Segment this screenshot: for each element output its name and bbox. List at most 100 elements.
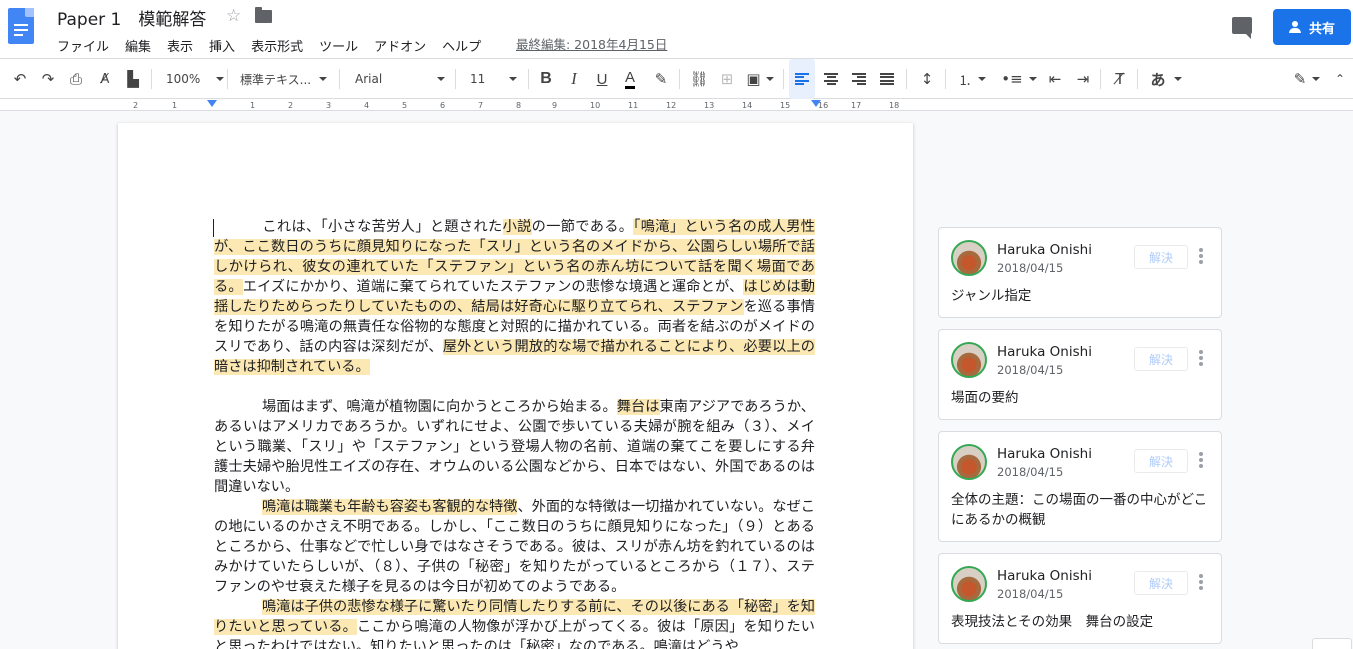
ruler-tick: 4 [364,101,370,110]
formatting-toolbar: ↶ ↷ ⎙ A̸ ▙ 100% 標準テキス... Arial 11 B I U … [0,58,1353,99]
zoom-select[interactable]: 100% [166,59,225,99]
comment-author: Haruka Onishi [997,446,1092,462]
highlighter-icon[interactable]: ✎ [649,59,673,99]
comment-text: 場面の要約 [951,390,1019,406]
document-title[interactable]: Paper 1 模範解答 [57,5,206,30]
paint-format-icon[interactable]: ▙ [121,59,145,99]
comment-date: 2018/04/15 [997,465,1064,479]
ruler-tick: 7 [478,101,484,110]
menu-file[interactable]: ファイル [57,36,109,55]
edit-mode-icon[interactable]: ✎ [1288,59,1326,99]
text-color-button[interactable]: A [618,59,642,99]
menu-insert[interactable]: 挿入 [209,36,235,55]
align-justify-icon[interactable] [874,59,900,99]
comment-card[interactable]: Haruka Onishi 2018/04/15 解決 ジャンル指定 [938,227,1222,318]
docs-logo-icon[interactable] [8,8,34,44]
print-icon[interactable]: ⎙ [64,59,88,99]
collapse-icon[interactable]: ⌃ [1330,59,1350,99]
resolve-button[interactable]: 解決 [1134,347,1188,371]
comment-text: ジャンル指定 [951,288,1032,304]
italic-button[interactable]: I [562,59,586,99]
ruler-tick: 2 [133,101,139,110]
resolve-button[interactable]: 解決 [1134,449,1188,473]
share-button[interactable]: 共有 [1273,9,1351,45]
avatar [951,240,987,276]
comment-date: 2018/04/15 [997,587,1064,601]
menu-view[interactable]: 表示 [167,36,193,55]
undo-icon[interactable]: ↶ [8,59,32,99]
chevron-down-icon [216,77,225,81]
paragraph-2[interactable]: 場面はまず、鳴滝が植物園に向かうところから始まる。舞台は東南アジアであろうか、あ… [214,397,815,497]
comment-icon[interactable] [1232,17,1252,39]
font-value: Arial [355,72,383,86]
ruler-tick: 5 [402,101,408,110]
ruler-scale: 2 1 1 2 3 4 5 6 7 8 9 10 11 12 13 14 15 … [118,100,913,110]
resolve-button[interactable]: 解決 [1134,245,1188,269]
menu-tools[interactable]: ツール [319,36,358,55]
menu-addons[interactable]: アドオン [374,36,426,55]
decrease-indent-icon[interactable]: ⇤ [1043,59,1067,99]
last-edit-link[interactable]: 最終編集: 2018年4月15日 [516,34,667,53]
avatar [951,566,987,602]
comment-card[interactable]: Haruka Onishi 2018/04/15 解決 全体の主題：この場面の一… [938,431,1222,542]
align-center-icon[interactable] [818,59,844,99]
left-indent-marker[interactable] [207,100,217,107]
text-run: これは、「小さな苦労人」と題された [262,219,503,235]
more-vert-icon[interactable] [1199,452,1203,468]
add-comment-icon[interactable]: ⊞ [715,59,739,99]
ruler-tick: 3 [326,101,332,110]
menu-help[interactable]: ヘルプ [442,36,481,55]
input-tools-label: あ [1150,70,1166,89]
app-header: Paper 1 模範解答 ☆ ファイル 編集 表示 挿入 表示形式 ツール アド… [0,0,1353,58]
line-spacing-icon[interactable]: ↕ [914,59,940,99]
ruler-tick: 11 [628,101,639,110]
highlighted-text: 舞台は [616,399,660,415]
toolbar-divider [528,69,529,89]
link-icon[interactable]: ⛓ [687,59,711,99]
right-indent-marker[interactable] [811,100,821,107]
more-vert-icon[interactable] [1199,350,1203,366]
numbered-list-icon[interactable]: ⒈ [952,59,992,99]
align-right-icon[interactable] [846,59,872,99]
comment-card[interactable]: Haruka Onishi 2018/04/15 解決 場面の要約 [938,329,1222,420]
spellcheck-icon[interactable]: A̸ [93,59,117,99]
explore-button[interactable] [1312,638,1352,649]
underline-button[interactable]: U [590,59,614,99]
share-person-icon [1288,21,1303,33]
input-tools-button[interactable]: あ [1146,59,1186,99]
ruler-tick: 8 [516,101,522,110]
paragraph-3[interactable]: 鳴滝は職業も年齢も容姿も客観的な特徴、外面的な特徴は一切描かれていない。なぜこの… [214,497,815,597]
image-icon[interactable]: ▣ [742,59,778,99]
bold-button[interactable]: B [534,59,558,99]
comment-card[interactable]: Haruka Onishi 2018/04/15 解決 表現技法とその効果 舞台… [938,553,1222,644]
redo-icon[interactable]: ↷ [36,59,60,99]
highlighted-text: 小説 [502,219,532,235]
ruler-tick: 15 [780,101,791,110]
paragraph-1[interactable]: これは、「小さな苦労人」と題された小説の一節である。「鳴滝」という名の成人男性が… [214,217,815,377]
font-size-value: 11 [470,72,486,86]
resolve-button[interactable]: 解決 [1134,571,1188,595]
avatar [951,342,987,378]
toolbar-divider [227,69,228,89]
document-page[interactable]: これは、「小さな苦労人」と題された小説の一節である。「鳴滝」という名の成人男性が… [118,123,913,649]
bulleted-list-icon[interactable]: •≡ [999,59,1039,99]
text-color-label: A [624,69,635,89]
font-select[interactable]: Arial [355,59,446,99]
paragraph-4[interactable]: 鳴滝は子供の悲惨な様子に驚いたり同情したりする前に、その以後にある「秘密」を知り… [214,597,815,649]
increase-indent-icon[interactable]: ⇥ [1071,59,1095,99]
more-vert-icon[interactable] [1199,248,1203,264]
chevron-down-icon [509,77,518,81]
font-size-select[interactable]: 11 [470,59,522,99]
style-select[interactable]: 標準テキス... [240,59,332,99]
folder-icon[interactable] [255,7,272,23]
star-icon[interactable]: ☆ [226,6,241,26]
ruler-tick: 1 [172,101,178,110]
toolbar-divider [945,69,946,89]
clear-formatting-icon[interactable]: T̸ [1108,59,1132,99]
ruler[interactable]: 2 1 1 2 3 4 5 6 7 8 9 10 11 12 13 14 15 … [0,99,1353,111]
avatar [951,444,987,480]
more-vert-icon[interactable] [1199,574,1203,590]
align-left-icon[interactable] [789,59,815,99]
menu-format[interactable]: 表示形式 [251,36,303,55]
menu-edit[interactable]: 編集 [125,36,151,55]
